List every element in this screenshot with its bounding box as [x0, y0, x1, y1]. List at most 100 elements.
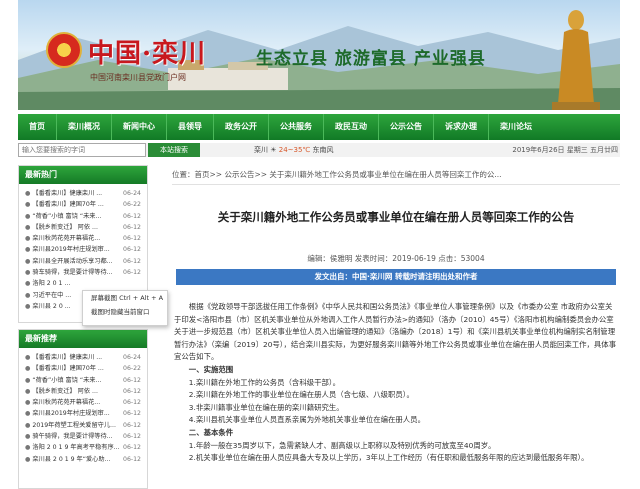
article-area: 位置：首页>> 公示公告>> 关于栾川籍外地工作公务员或事业单位在编在册人员等回… — [172, 165, 620, 489]
sidebar-news-title: 【番看栾川】建国70年 ... — [32, 365, 104, 373]
sidebar-news-item[interactable]: ● “荷香”小镇 富饶 “未来... 06-12 — [19, 211, 147, 222]
weather-icon: ☀ — [270, 146, 277, 154]
sidebar-news-date: 06-12 — [123, 455, 141, 463]
search-button[interactable]: 本站搜索 — [148, 143, 200, 157]
sidebar-news-item[interactable]: ● 【脱乡新变迁】 阿依 ... 06-12 — [19, 386, 147, 397]
sidebar-news-item[interactable]: ● “荷香”小镇 富饶 “未来... 06-12 — [19, 375, 147, 386]
sidebar-news-item[interactable]: ● 骑午骑得，我是要计得等待... 06-12 — [19, 431, 147, 442]
sidebar-news-title: 骑午骑得，我是要计得等待... — [32, 433, 113, 441]
nav-item-interaction[interactable]: 政民互动 — [324, 114, 379, 140]
search-bar: 本站搜索 栾川 ☀ 24~35℃ 东南风 2019年6月26日 星期三 五月廿四 — [18, 143, 620, 157]
nav-item-home[interactable]: 首页 — [18, 114, 57, 140]
bullet-icon: ● — [25, 212, 31, 220]
sidebar-news-item[interactable]: ● 【番看栾川】健康栾川 ... 06-24 — [19, 352, 147, 363]
sidebar-news-title: 洛阳 2 0 1 ... — [32, 280, 71, 288]
sidebar-news-title: 【番看栾川】健康栾川 ... — [32, 190, 103, 197]
sidebar-news-item[interactable]: ● 栾川县全开展活动乐享习都... 06-12 — [19, 256, 147, 267]
site-slogan: 生态立县 旅游富县 产业强县 — [256, 49, 486, 69]
sidebar-news-date: 06-12 — [123, 376, 141, 384]
nav-item-forum[interactable]: 栾川论坛 — [489, 114, 543, 140]
sidebar-news-item[interactable]: ● 2019年荷塑工程关爱留守儿... 06-12 — [19, 420, 147, 431]
bullet-icon: ● — [25, 354, 31, 361]
sidebar-news-item[interactable]: ● 洛阳 2 0 1 ... — [19, 278, 147, 289]
bullet-icon: ● — [25, 302, 31, 310]
bullet-icon: ● — [25, 410, 31, 418]
current-date: 2019年6月26日 星期三 五月廿四 — [512, 146, 618, 154]
article-paragraph: 3.非栾川籍事业单位在编在册的栾川籍研究生。 — [188, 402, 344, 412]
article-paragraph: 1.年龄一般在35周岁以下，急需紧缺人才、副高级以上职称以及特别优秀的可放宽至4… — [188, 440, 496, 450]
national-emblem-icon — [46, 32, 82, 68]
sidebar-news-title: 2019年荷塑工程关爱留守儿... — [32, 421, 116, 429]
sidebar-news-title: 栾川县2019年村庄规划审... — [32, 410, 110, 418]
hot-news-title: 最新热门 — [19, 166, 147, 184]
article-paragraph: 2.栾川籍在外地工作的事业单位在编在册人员（含七级、八级职员）。 — [188, 390, 414, 400]
sidebar: 最新热门 ● 【番看栾川】健康栾川 ... 06-24 ● 【番看栾川】建国70年 ..… — [18, 165, 148, 489]
sidebar-news-item[interactable]: ● 【番看栾川】健康栾川 ... 06-24 — [19, 188, 147, 199]
article-paragraph: 一、实施范围 — [188, 364, 234, 374]
bullet-icon: ● — [25, 421, 31, 429]
menu-item-hide-window[interactable]: 截图时隐藏当前窗口 — [83, 305, 167, 319]
sidebar-news-title: 洛阳 2 0 1 9 年高考平稳有序... — [32, 444, 120, 452]
article-paragraph: 二、基本条件 — [188, 427, 234, 437]
site-banner: 中国·栾川 中国河南栾川县党政门户网 生态立县 旅游富县 产业强县 — [18, 0, 620, 110]
recommended-box: 最新推荐 ● 【番看栾川】健康栾川 ... 06-24 ● 【番看栾川】建国70年 ..… — [18, 329, 148, 489]
bullet-icon: ● — [25, 376, 31, 384]
sidebar-news-title: 习近平在中 ... — [32, 291, 72, 299]
nav-item-overview[interactable]: 栾川概况 — [57, 114, 112, 140]
nav-item-gov-affairs[interactable]: 政务公开 — [214, 114, 269, 140]
sidebar-news-title: 骑车骑得，我是要计得等待... — [32, 269, 113, 277]
sidebar-news-title: 栾川县2019年村庄规划审... — [32, 246, 110, 254]
bullet-icon: ● — [25, 455, 31, 463]
sidebar-news-item[interactable]: ● 【番看栾川】建国70年 ... 06-22 — [19, 199, 147, 210]
sidebar-news-date: 06-22 — [123, 201, 141, 209]
article-title: 关于栾川籍外地工作公务员或事业单位在编在册人员等回栾工作的公告 — [217, 210, 575, 224]
search-input[interactable] — [18, 143, 146, 157]
nav-item-appeals[interactable]: 诉求办理 — [434, 114, 489, 140]
sidebar-news-date: 06-12 — [123, 399, 141, 407]
sidebar-news-item[interactable]: ● 【脱乡新变迁】 阿依 ... 06-12 — [19, 222, 147, 233]
bullet-icon: ● — [25, 399, 31, 407]
bullet-icon: ● — [25, 433, 31, 441]
bullet-icon: ● — [25, 365, 31, 373]
bullet-icon: ● — [25, 223, 31, 231]
sidebar-news-title: 栾川秋芮花苑开幕福花... — [32, 235, 101, 243]
sidebar-news-title: 【番看栾川】健康栾川 ... — [32, 354, 103, 361]
bullet-icon: ● — [25, 291, 31, 299]
sidebar-news-date: 06-12 — [123, 246, 141, 254]
article-paragraph: 4.栾川县机关事业单位人员直系亲属为外地机关事业单位在编在册人员。 — [188, 415, 425, 425]
sidebar-news-item[interactable]: ● 骑车骑得，我是要计得等待... 06-12 — [19, 267, 147, 278]
sidebar-news-date: 06-24 — [123, 190, 141, 197]
weather-temperature: 24~35℃ — [278, 146, 311, 154]
sidebar-news-item[interactable]: ● 栾川秋芮花苑开幕福花... 06-12 — [19, 233, 147, 244]
nav-item-leaders[interactable]: 县领导 — [167, 114, 214, 140]
recommended-list: ● 【番看栾川】健康栾川 ... 06-24 ● 【番看栾川】建国70年 ... 06-2… — [19, 348, 147, 465]
sidebar-news-date: 06-12 — [123, 223, 141, 231]
sidebar-news-item[interactable]: ● 栾川秋芮花苑开幕福花... 06-12 — [19, 397, 147, 408]
bullet-icon: ● — [25, 257, 31, 265]
breadcrumb[interactable]: 位置：首页>> 公示公告>> 关于栾川籍外地工作公务员或事业单位在编在册人员等回… — [172, 165, 620, 185]
sidebar-news-title: 栾川县 2 0 1 9 年“爱心助... — [32, 455, 111, 463]
sidebar-news-item[interactable]: ● 栾川县2019年村庄规划审... 06-12 — [19, 244, 147, 255]
sidebar-news-item[interactable]: ● 栾川县2019年村庄规划审... 06-12 — [19, 408, 147, 419]
article-body: 根据《党政领导干部选拔任用工作条例》《中华人民共和国公务员法》《事业单位人事管理… — [172, 301, 620, 465]
sidebar-news-date: 06-12 — [123, 421, 141, 429]
nav-item-announcements[interactable]: 公示公告 — [379, 114, 434, 140]
article-paragraph: 1.栾川籍在外地工作的公务员（含科级干部）。 — [188, 377, 340, 387]
menu-item-screenshot[interactable]: 屏幕截图 Ctrl + Alt + A — [83, 291, 167, 305]
sidebar-news-date: 06-12 — [123, 212, 141, 220]
sidebar-news-date: 06-12 — [123, 235, 141, 243]
weather-wind: 东南风 — [312, 146, 334, 154]
nav-item-public-service[interactable]: 公共服务 — [269, 114, 324, 140]
sidebar-news-title: “荷香”小镇 富饶 “未来... — [32, 212, 102, 220]
bullet-icon: ● — [25, 246, 31, 254]
nav-item-news[interactable]: 新闻中心 — [112, 114, 167, 140]
sidebar-news-title: 【番看栾川】建国70年 ... — [32, 201, 104, 209]
sidebar-news-date: 06-12 — [123, 257, 141, 265]
sidebar-news-date: 06-24 — [123, 354, 141, 361]
site-subtitle: 中国河南栾川县党政门户网 — [90, 73, 186, 82]
sidebar-news-item[interactable]: ● 洛阳 2 0 1 9 年高考平稳有序... 06-12 — [19, 442, 147, 453]
sidebar-news-date: 06-12 — [123, 269, 141, 277]
sidebar-news-item[interactable]: ● 【番看栾川】建国70年 ... 06-22 — [19, 363, 147, 374]
sidebar-news-date: 06-12 — [123, 444, 141, 452]
sidebar-news-item[interactable]: ● 栾川县 2 0 1 9 年“爱心助... 06-12 — [19, 454, 147, 465]
